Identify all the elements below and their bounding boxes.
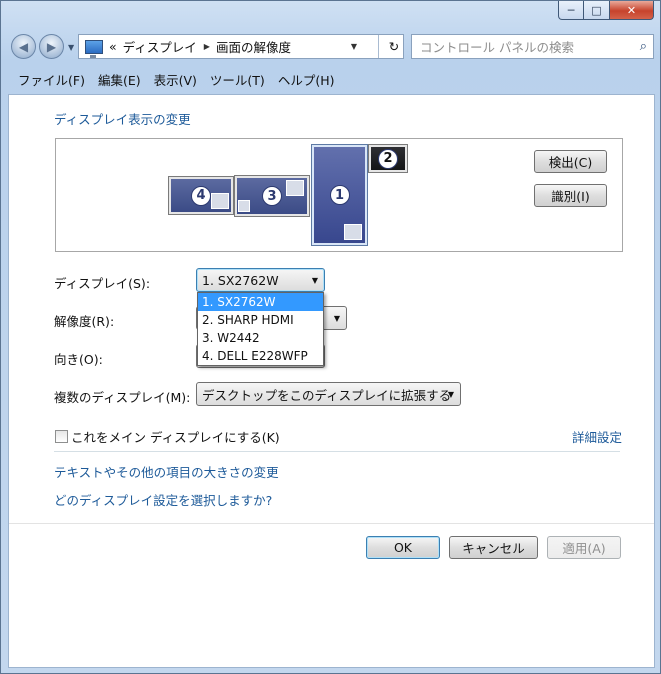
monitor-4-taskbar-icon [211, 193, 229, 209]
monitor-layout-preview: 4 3 1 2 検出(C) 識別(I) [55, 138, 623, 252]
display-label: ディスプレイ(S): [54, 276, 151, 291]
menu-tools[interactable]: ツール(T) [210, 70, 265, 89]
back-arrow-icon: ◀ [18, 39, 29, 54]
refresh-icon: ↻ [388, 39, 400, 54]
breadcrumb-resolution[interactable]: 画面の解像度 [216, 37, 291, 56]
divider [54, 451, 620, 452]
menu-edit[interactable]: 編集(E) [98, 70, 141, 89]
multiple-displays-select[interactable]: デスクトップをこのディスプレイに拡張する ▼ [196, 382, 461, 406]
monitor-2-badge: 2 [378, 148, 398, 169]
search-placeholder: コントロール パネルの検索 [420, 40, 574, 55]
forward-button[interactable]: ▶ [39, 34, 64, 59]
monitor-4-badge: 4 [191, 185, 211, 206]
display-option-2[interactable]: 2. SHARP HDMI [198, 311, 323, 329]
text-size-link[interactable]: テキストやその他の項目の大きさの変更 [54, 462, 279, 481]
window-frame: ─ □ ✕ ◀ ▶ ▼ « ディスプレイ ▶ 画面の解像度 ▼ ↻ コントロール… [0, 0, 661, 674]
maximize-button[interactable]: □ [584, 1, 610, 20]
ok-button[interactable]: OK [366, 536, 440, 559]
address-dropdown-icon[interactable]: ▼ [351, 42, 357, 51]
page-title: ディスプレイ表示の変更 [54, 112, 191, 127]
back-button[interactable]: ◀ [11, 34, 36, 59]
display-select[interactable]: 1. SX2762W ▼ [196, 268, 325, 292]
advanced-settings-link[interactable]: 詳細設定 [572, 427, 622, 446]
menu-bar: ファイル(F) 編集(E) 表示(V) ツール(T) ヘルプ(H) [8, 66, 655, 93]
refresh-button[interactable]: ↻ [378, 35, 403, 58]
monitor-1-taskbar-icon [344, 224, 362, 240]
monitor-3-badge: 3 [262, 186, 282, 206]
minimize-button[interactable]: ─ [558, 1, 584, 20]
chevron-down-icon: ▼ [333, 313, 340, 323]
content-pane: ディスプレイ表示の変更 4 3 1 2 検出(C) 識別(I) ディスプレイ(S… [8, 94, 655, 668]
forward-arrow-icon: ▶ [46, 39, 57, 54]
monitor-1-badge: 1 [329, 185, 350, 205]
address-bar[interactable]: « ディスプレイ ▶ 画面の解像度 ▼ ↻ [78, 34, 404, 59]
identify-button[interactable]: 識別(I) [534, 184, 607, 207]
chevron-down-icon: ▼ [311, 275, 318, 285]
search-box[interactable]: コントロール パネルの検索 ⌕ [411, 34, 654, 59]
recent-pages-dropdown[interactable]: ▼ [68, 43, 74, 52]
cancel-button[interactable]: キャンセル [449, 536, 538, 559]
close-button[interactable]: ✕ [610, 1, 654, 20]
orientation-label: 向き(O): [54, 352, 103, 367]
display-option-4[interactable]: 4. DELL E228WFP [198, 347, 323, 365]
monitor-3[interactable]: 3 [234, 175, 310, 217]
monitor-3-corner-icon [238, 200, 250, 212]
menu-help[interactable]: ヘルプ(H) [278, 70, 335, 89]
apply-button[interactable]: 適用(A) [547, 536, 621, 559]
monitor-4[interactable]: 4 [168, 176, 234, 215]
display-option-3[interactable]: 3. W2442 [198, 329, 323, 347]
multiple-displays-value: デスクトップをこのディスプレイに拡張する [202, 387, 452, 403]
menu-view[interactable]: 表示(V) [154, 70, 197, 89]
display-option-1[interactable]: 1. SX2762W [198, 293, 323, 311]
display-select-value: 1. SX2762W [202, 272, 279, 288]
control-panel-icon [85, 39, 103, 58]
breadcrumb-separator-icon[interactable]: ▶ [204, 42, 210, 51]
main-display-checkbox[interactable] [55, 430, 68, 443]
chevron-down-icon: ▼ [447, 389, 454, 399]
search-icon[interactable]: ⌕ [640, 39, 647, 54]
multiple-displays-label: 複数のディスプレイ(M): [54, 390, 191, 405]
divider [9, 523, 654, 524]
which-settings-link[interactable]: どのディスプレイ設定を選択しますか? [54, 490, 272, 509]
main-display-checkbox-label[interactable]: これをメイン ディスプレイにする(K) [71, 427, 280, 446]
monitor-3-taskbar-icon [286, 180, 304, 196]
menu-file[interactable]: ファイル(F) [18, 70, 85, 89]
monitor-2[interactable]: 2 [368, 144, 408, 173]
address-overflow[interactable]: « [109, 39, 117, 54]
caption-buttons: ─ □ ✕ [558, 1, 654, 20]
monitor-1[interactable]: 1 [311, 144, 368, 246]
detect-button[interactable]: 検出(C) [534, 150, 607, 173]
breadcrumb-display[interactable]: ディスプレイ [123, 37, 197, 56]
display-dropdown-list: 1. SX2762W 2. SHARP HDMI 3. W2442 4. DEL… [197, 292, 324, 366]
resolution-label: 解像度(R): [54, 314, 115, 329]
